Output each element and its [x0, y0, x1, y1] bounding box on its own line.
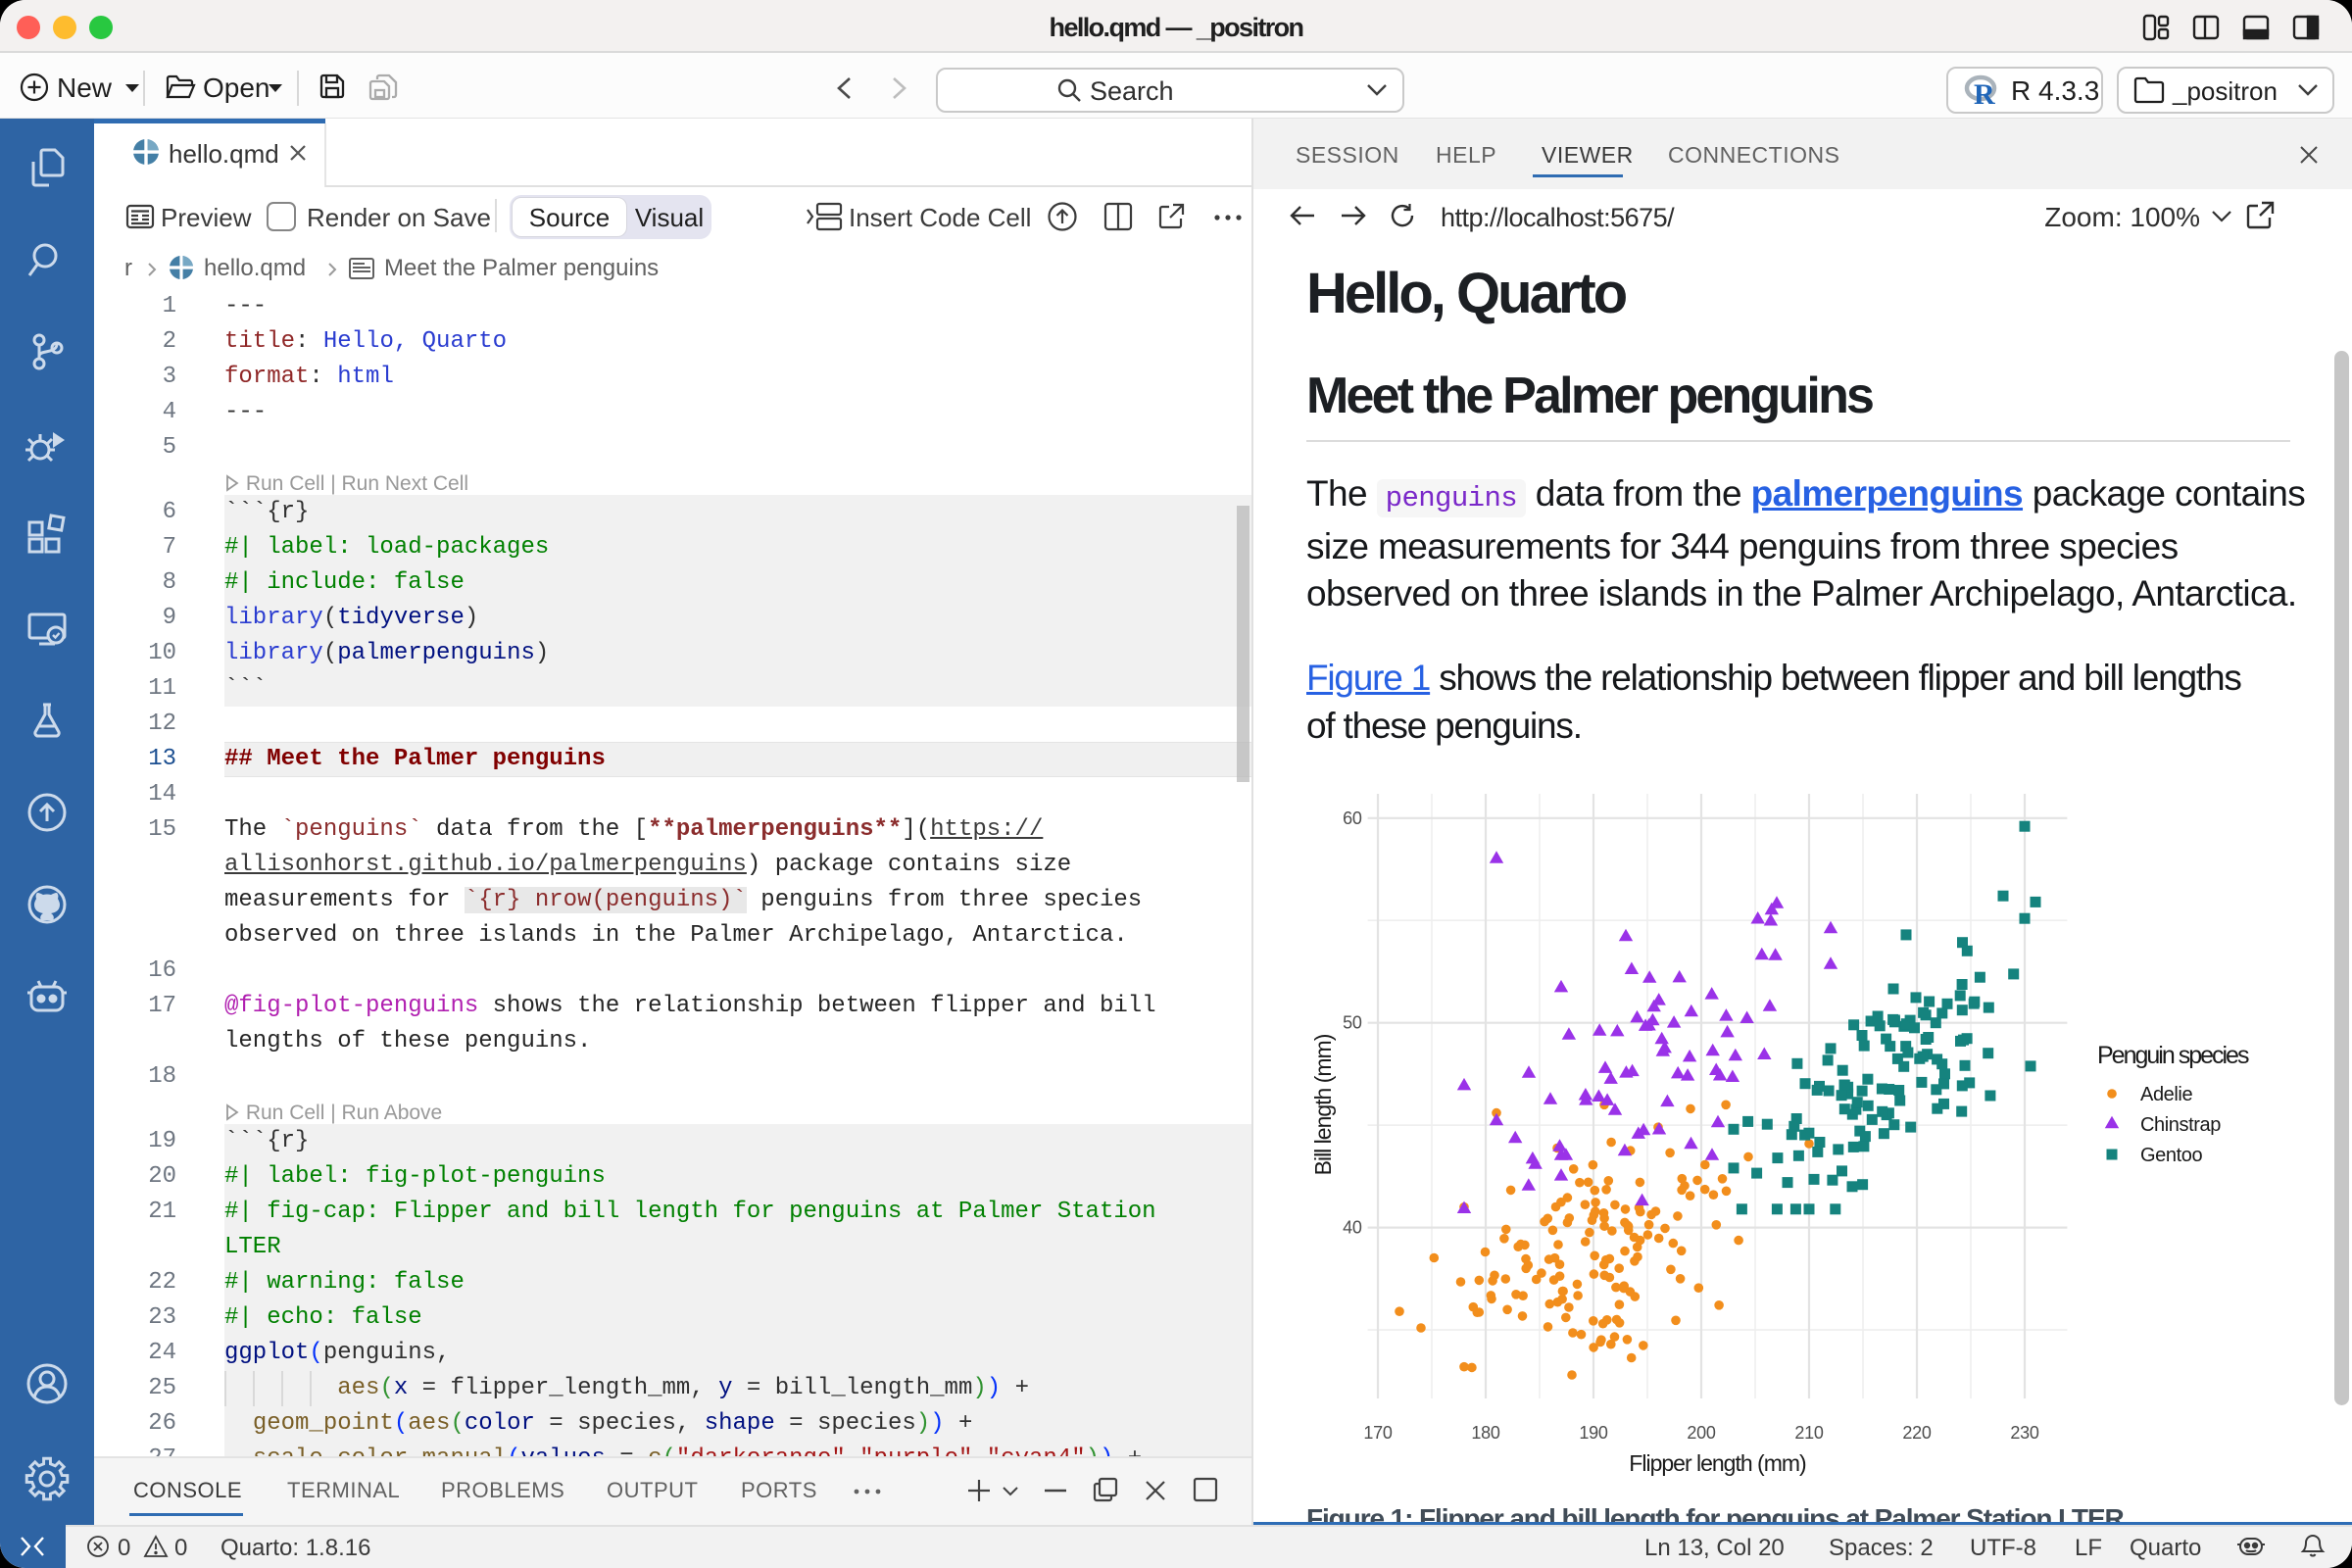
svg-text:220: 220 — [1902, 1423, 1931, 1443]
svg-text:Chinstrap: Chinstrap — [2140, 1114, 2221, 1136]
svg-text:40: 40 — [1343, 1218, 1362, 1238]
svg-text:R: R — [1974, 78, 1995, 108]
svg-text:230: 230 — [2010, 1423, 2038, 1443]
svg-text:Adelie: Adelie — [2140, 1084, 2192, 1105]
svg-text:Flipper length (mm): Flipper length (mm) — [1629, 1450, 1806, 1476]
svg-text:Gentoo: Gentoo — [2140, 1145, 2202, 1166]
svg-text:190: 190 — [1579, 1423, 1607, 1443]
svg-text:180: 180 — [1471, 1423, 1499, 1443]
svg-text:50: 50 — [1343, 1013, 1362, 1033]
svg-text:200: 200 — [1687, 1423, 1715, 1443]
svg-text:Bill length (mm): Bill length (mm) — [1310, 1034, 1336, 1175]
svg-text:Penguin species: Penguin species — [2097, 1042, 2249, 1069]
svg-text:170: 170 — [1363, 1423, 1392, 1443]
svg-text:210: 210 — [1794, 1423, 1823, 1443]
svg-text:60: 60 — [1343, 808, 1362, 828]
